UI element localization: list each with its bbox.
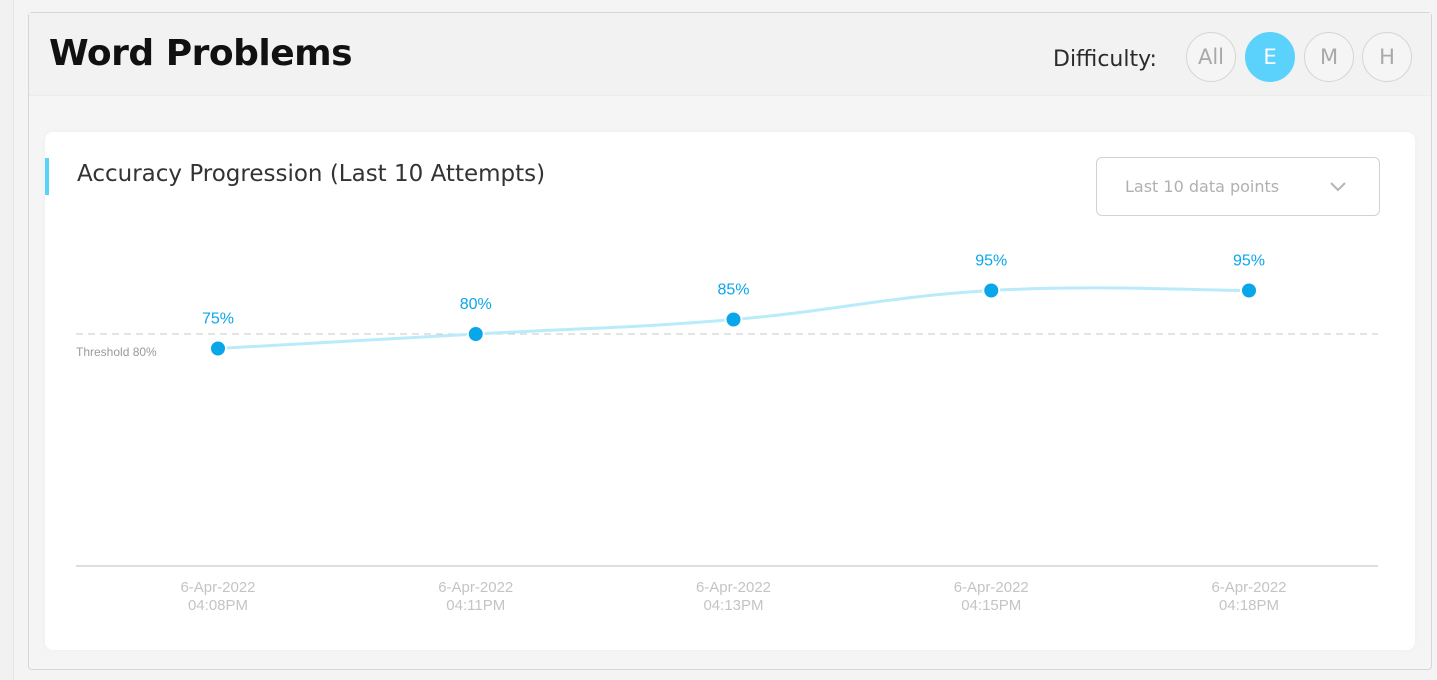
word-problems-card: Word Problems Difficulty: All E M H Accu… (28, 12, 1432, 670)
x-tick-date: 6-Apr-2022 (180, 579, 255, 596)
x-tick-time: 04:08PM (188, 597, 248, 614)
x-tick-time: 04:13PM (703, 597, 763, 614)
data-point (1240, 281, 1258, 300)
difficulty-hard-button[interactable]: H (1362, 32, 1412, 82)
data-point (724, 310, 743, 329)
x-tick-time: 04:18PM (1219, 597, 1279, 614)
data-label: 80% (460, 296, 492, 313)
data-label: 85% (717, 282, 749, 299)
accuracy-chart-panel: Accuracy Progression (Last 10 Attempts) … (45, 132, 1415, 650)
data-point (982, 281, 1001, 300)
x-tick-date: 6-Apr-2022 (438, 579, 513, 596)
difficulty-medium-button[interactable]: M (1304, 32, 1354, 82)
threshold-label: Threshold 80% (76, 345, 157, 359)
accuracy-line-chart: Threshold 80%75%6-Apr-202204:08PM80%6-Ap… (76, 253, 1378, 614)
data-label: 95% (1233, 253, 1265, 270)
difficulty-easy-button[interactable]: E (1245, 32, 1295, 82)
data-point (209, 339, 227, 358)
data-point (466, 325, 485, 343)
page-title: Word Problems (49, 33, 353, 74)
x-tick-time: 04:11PM (446, 597, 505, 614)
x-tick-date: 6-Apr-2022 (1211, 579, 1286, 596)
x-tick-date: 6-Apr-2022 (696, 579, 771, 596)
difficulty-all-button[interactable]: All (1186, 32, 1236, 82)
x-tick-time: 04:15PM (961, 597, 1021, 614)
difficulty-label: Difficulty: (1053, 47, 1157, 72)
x-tick-date: 6-Apr-2022 (954, 579, 1029, 596)
left-edge-strip (0, 0, 14, 680)
data-label: 95% (975, 253, 1007, 270)
card-header: Word Problems Difficulty: All E M H (29, 13, 1431, 96)
data-label: 75% (202, 311, 234, 328)
